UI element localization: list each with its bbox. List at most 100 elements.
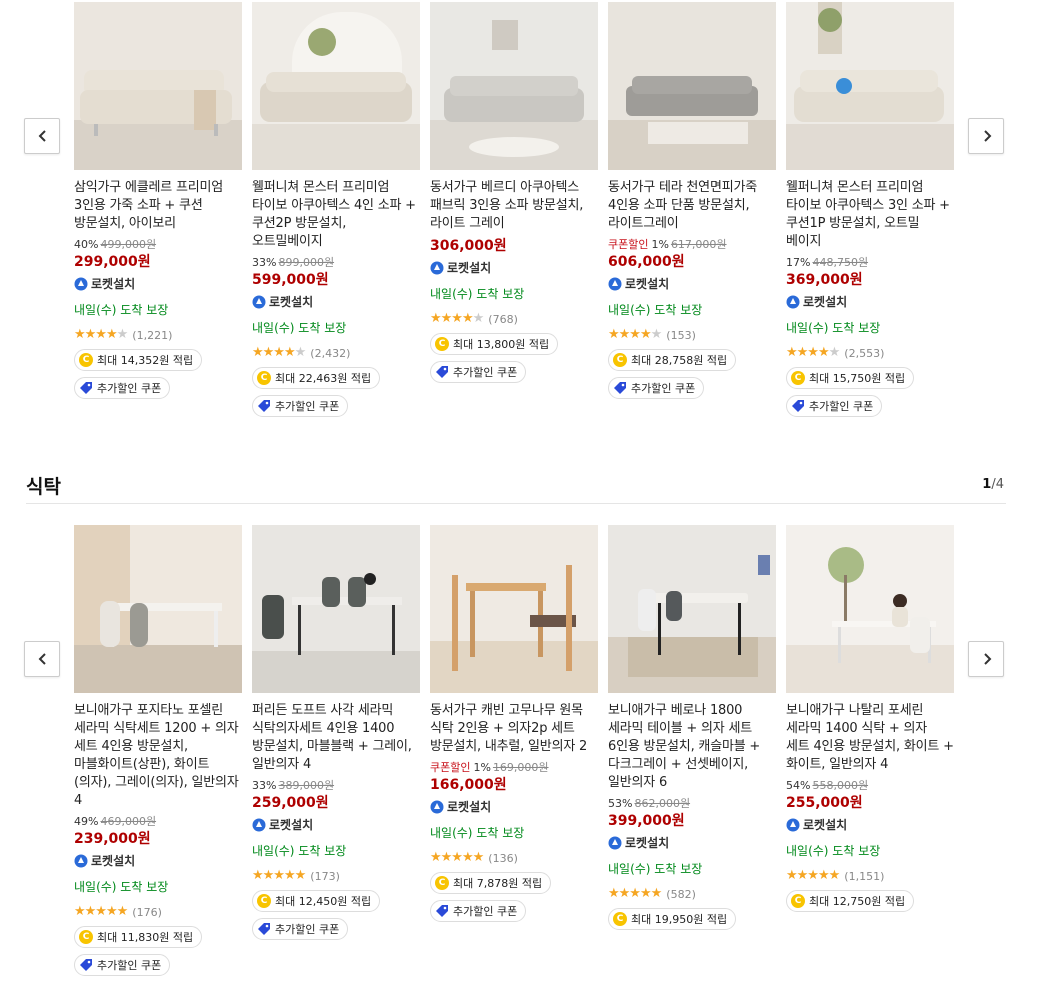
points-label: 최대 12,450원 적립 — [275, 895, 372, 908]
rocket-install-badge: 로켓설치 — [252, 816, 420, 834]
next-arrow-button[interactable] — [968, 641, 1004, 677]
coupon-badge[interactable]: 추가할인 쿠폰 — [608, 377, 705, 399]
rocket-install-badge: 로켓설치 — [786, 293, 954, 311]
product-name[interactable]: 삼익가구 에클레르 프리미엄 3인용 가죽 소파 + 쿠션 방문설치, 아이보리 — [74, 179, 242, 233]
sale-price: 255,000원 — [786, 795, 863, 811]
points-label: 최대 11,830원 적립 — [97, 931, 194, 944]
coupon-badge[interactable]: 추가할인 쿠폰 — [74, 954, 171, 976]
product-card[interactable]: 퍼리든 도프트 사각 세라믹 식탁의자세트 4인용 1400 방문설치, 마블블… — [252, 525, 420, 940]
product-card[interactable]: 동서가구 테라 천연면피가죽 4인용 소파 단품 방문설치, 라이트그레이 쿠폰… — [608, 2, 776, 399]
price-info: 쿠폰할인 1% 617,000원 — [608, 237, 776, 253]
coupon-label: 추가할인 쿠폰 — [97, 382, 162, 395]
product-image[interactable] — [252, 525, 420, 693]
coupon-sale-label: 쿠폰할인 — [430, 761, 471, 774]
points-badge: C 최대 14,352원 적립 — [74, 349, 203, 371]
delivery-guarantee: 내일(수) 도착 보장 — [786, 321, 881, 335]
star-rating-icon: ★★★★★ — [786, 345, 840, 360]
points-badge: C 최대 19,950원 적립 — [608, 908, 737, 930]
product-name[interactable]: 보니애가구 포지타노 포셀린 세라믹 식탁세트 1200 + 의자 세트 4인용… — [74, 702, 242, 810]
product-card[interactable]: 동서가구 캐빈 고무나무 원목 식탁 2인용 + 의자2p 세트 방문설치, 내… — [430, 525, 598, 922]
rocket-icon — [74, 277, 88, 291]
product-name[interactable]: 웰퍼니쳐 몬스터 프리미엄 타이보 아쿠아텍스 4인 소파 + 쿠션2P 방문설… — [252, 179, 420, 251]
price-info: 54% 558,000원 — [786, 778, 954, 794]
product-name[interactable]: 동서가구 캐빈 고무나무 원목 식탁 2인용 + 의자2p 세트 방문설치, 내… — [430, 702, 598, 756]
product-name[interactable]: 동서가구 베르디 아쿠아텍스 패브릭 3인용 소파 방문설치, 라이트 그레이 — [430, 179, 598, 233]
product-card[interactable]: 보니애가구 베로나 1800 세라믹 테이블 + 의자 세트 6인용 방문설치,… — [608, 525, 776, 930]
coupon-label: 추가할인 쿠폰 — [453, 366, 518, 379]
coupon-tag-icon — [80, 959, 92, 971]
coupon-badge[interactable]: 추가할인 쿠폰 — [430, 900, 527, 922]
product-card[interactable]: 동서가구 베르디 아쿠아텍스 패브릭 3인용 소파 방문설치, 라이트 그레이 … — [430, 2, 598, 383]
product-name[interactable]: 보니애가구 베로나 1800 세라믹 테이블 + 의자 세트 6인용 방문설치,… — [608, 702, 776, 792]
coupon-sale-label: 쿠폰할인 — [608, 238, 649, 251]
rocket-label: 로켓설치 — [91, 854, 136, 868]
original-price: 169,000원 — [492, 761, 549, 774]
star-rating-icon: ★★★★★ — [74, 327, 128, 342]
product-card[interactable]: 웰퍼니쳐 몬스터 프리미엄 타이보 아쿠아텍스 4인 소파 + 쿠션2P 방문설… — [252, 2, 420, 417]
product-image[interactable] — [608, 2, 776, 170]
coin-icon: C — [613, 912, 627, 926]
delivery-guarantee: 내일(수) 도착 보장 — [430, 826, 525, 840]
coupon-label: 추가할인 쿠폰 — [453, 905, 518, 918]
dining-carousel: 식탁 1/4 보니애가구 포지타노 포셀린 세라믹 식탁세트 1200 + 의자… — [0, 462, 1045, 999]
product-card[interactable]: 웰퍼니쳐 몬스터 프리미엄 타이보 아쿠아텍스 3인 소파 + 쿠션1P 방문설… — [786, 2, 954, 417]
points-badge: C 최대 12,750원 적립 — [786, 890, 915, 912]
product-name[interactable]: 퍼리든 도프트 사각 세라믹 식탁의자세트 4인용 1400 방문설치, 마블블… — [252, 702, 420, 774]
points-badge: C 최대 15,750원 적립 — [786, 367, 915, 389]
coupon-tag-icon — [792, 400, 804, 412]
rating: ★★★★★ (1,151) — [786, 868, 954, 884]
rocket-icon — [74, 854, 88, 868]
product-name[interactable]: 웰퍼니쳐 몬스터 프리미엄 타이보 아쿠아텍스 3인 소파 + 쿠션1P 방문설… — [786, 179, 954, 251]
product-image[interactable] — [252, 2, 420, 170]
discount-rate: 49% — [74, 815, 99, 828]
coupon-tag-icon — [614, 382, 626, 394]
price-info: 40% 499,000원 — [74, 237, 242, 253]
product-image[interactable] — [74, 2, 242, 170]
next-arrow-button[interactable] — [968, 118, 1004, 154]
original-price: 499,000원 — [100, 238, 157, 251]
coin-icon: C — [257, 371, 271, 385]
original-price: 899,000원 — [278, 256, 335, 269]
coupon-badge[interactable]: 추가할인 쿠폰 — [252, 395, 349, 417]
coupon-tag-icon — [436, 366, 448, 378]
product-image[interactable] — [786, 525, 954, 693]
price-info: 17% 448,750원 — [786, 255, 954, 271]
sale-price: 606,000원 — [608, 254, 685, 270]
rocket-icon — [430, 261, 444, 275]
rating: ★★★★★ (1,221) — [74, 327, 242, 343]
prev-arrow-button[interactable] — [24, 118, 60, 154]
coin-icon: C — [79, 930, 93, 944]
sale-price: 369,000원 — [786, 272, 863, 288]
product-card[interactable]: 삼익가구 에클레르 프리미엄 3인용 가죽 소파 + 쿠션 방문설치, 아이보리… — [74, 2, 242, 399]
delivery-guarantee: 내일(수) 도착 보장 — [608, 862, 703, 876]
product-image[interactable] — [786, 2, 954, 170]
rocket-install-badge: 로켓설치 — [608, 834, 776, 852]
product-image[interactable] — [74, 525, 242, 693]
original-price: 389,000원 — [278, 779, 335, 792]
product-image[interactable] — [430, 2, 598, 170]
product-card[interactable]: 보니애가구 나탈리 포세린 세라믹 1400 식탁 + 의자 세트 4인용 방문… — [786, 525, 954, 912]
review-count: (768) — [488, 312, 518, 326]
coin-icon: C — [435, 337, 449, 351]
discount-rate: 40% — [74, 238, 99, 251]
coupon-badge[interactable]: 추가할인 쿠폰 — [74, 377, 171, 399]
product-name[interactable]: 동서가구 테라 천연면피가죽 4인용 소파 단품 방문설치, 라이트그레이 — [608, 179, 776, 233]
product-image[interactable] — [608, 525, 776, 693]
chevron-left-icon — [38, 653, 46, 665]
coupon-badge[interactable]: 추가할인 쿠폰 — [786, 395, 883, 417]
star-rating-icon: ★★★★★ — [430, 850, 484, 865]
rocket-icon — [786, 295, 800, 309]
rocket-icon — [608, 836, 622, 850]
coupon-badge[interactable]: 추가할인 쿠폰 — [430, 361, 527, 383]
points-label: 최대 22,463원 적립 — [275, 372, 372, 385]
product-name[interactable]: 보니애가구 나탈리 포세린 세라믹 1400 식탁 + 의자 세트 4인용 방문… — [786, 702, 954, 774]
product-card[interactable]: 보니애가구 포지타노 포셀린 세라믹 식탁세트 1200 + 의자 세트 4인용… — [74, 525, 242, 976]
prev-arrow-button[interactable] — [24, 641, 60, 677]
page-current: 1 — [982, 477, 992, 492]
review-count: (582) — [666, 887, 696, 901]
coupon-badge[interactable]: 추가할인 쿠폰 — [252, 918, 349, 940]
review-count: (136) — [488, 851, 518, 865]
coin-icon: C — [613, 353, 627, 367]
coupon-label: 추가할인 쿠폰 — [631, 382, 696, 395]
product-image[interactable] — [430, 525, 598, 693]
